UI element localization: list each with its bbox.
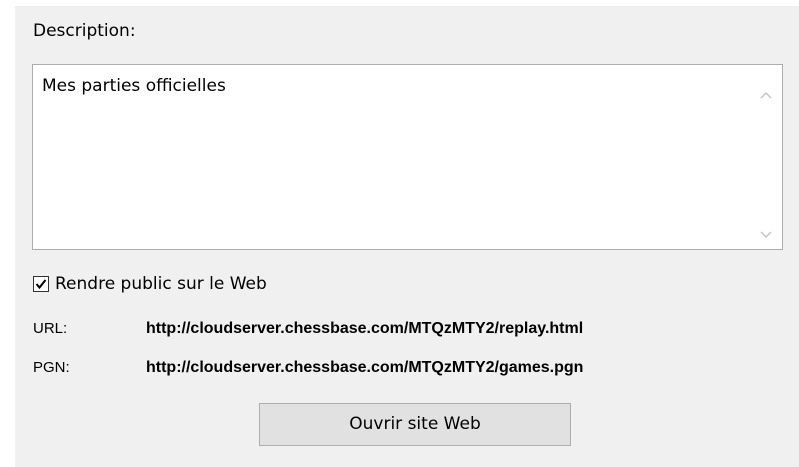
public-checkbox[interactable]: [33, 276, 49, 292]
public-checkbox-label[interactable]: Rendre public sur le Web: [55, 273, 267, 295]
settings-panel: Description: Mes parties officielles Ren…: [15, 6, 799, 467]
checkmark-icon: [35, 279, 47, 290]
description-label: Description:: [33, 21, 136, 41]
dialog-window: Description: Mes parties officielles Ren…: [0, 0, 799, 467]
description-textarea[interactable]: Mes parties officielles: [32, 64, 783, 250]
url-value: http://cloudserver.chessbase.com/MTQzMTY…: [146, 320, 584, 337]
open-website-button[interactable]: Ouvrir site Web: [259, 403, 571, 446]
chevron-down-icon[interactable]: [759, 225, 773, 239]
chevron-up-icon[interactable]: [759, 85, 773, 99]
url-label: URL:: [33, 320, 68, 337]
pgn-value: http://cloudserver.chessbase.com/MTQzMTY…: [146, 359, 584, 376]
description-text[interactable]: Mes parties officielles: [42, 75, 226, 97]
pgn-label: PGN:: [33, 359, 70, 376]
